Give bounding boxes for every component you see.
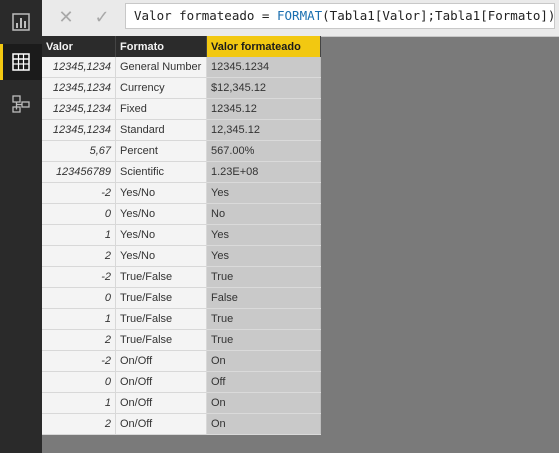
commit-formula-button[interactable]: ✓ <box>88 4 116 30</box>
cell-valor-formateado[interactable]: 1.23E+08 <box>206 161 321 183</box>
data-view-button[interactable] <box>0 44 42 80</box>
cell-valor[interactable]: 1 <box>42 224 116 246</box>
cell-valor[interactable]: 123456789 <box>42 161 116 183</box>
table-row: 2 On/Off On <box>42 413 321 435</box>
cell-formato[interactable]: True/False <box>115 287 207 309</box>
cell-valor[interactable]: 5,67 <box>42 140 116 162</box>
header-row: Valor Formato Valor formateado <box>42 36 321 57</box>
cell-valor[interactable]: 0 <box>42 287 116 309</box>
report-view-button[interactable] <box>0 4 42 40</box>
table-row: 0 Yes/No No <box>42 203 321 225</box>
close-icon: ✕ <box>58 6 74 27</box>
cell-formato[interactable]: Yes/No <box>115 182 207 204</box>
cell-valor-formateado[interactable]: Yes <box>206 182 321 204</box>
cell-formato[interactable]: Standard <box>115 119 207 141</box>
cell-formato[interactable]: Yes/No <box>115 224 207 246</box>
cell-formato[interactable]: Yes/No <box>115 203 207 225</box>
cell-formato[interactable]: Yes/No <box>115 245 207 267</box>
cell-valor[interactable]: 2 <box>42 329 116 351</box>
cell-valor[interactable]: 1 <box>42 392 116 414</box>
cell-formato[interactable]: Fixed <box>115 98 207 120</box>
cell-formato[interactable]: On/Off <box>115 392 207 414</box>
table-row: 0 True/False False <box>42 287 321 309</box>
data-table: Valor Formato Valor formateado 12345,123… <box>42 36 321 435</box>
cell-valor[interactable]: -2 <box>42 350 116 372</box>
cell-valor-formateado[interactable]: True <box>206 308 321 330</box>
column-header-valor-formateado[interactable]: Valor formateado <box>206 36 321 57</box>
cell-valor-formateado[interactable]: Yes <box>206 224 321 246</box>
table-row: 12345,1234 Fixed 12345.12 <box>42 98 321 120</box>
model-view-button[interactable] <box>0 86 42 122</box>
cell-valor-formateado[interactable]: $12,345.12 <box>206 77 321 99</box>
cell-formato[interactable]: Scientific <box>115 161 207 183</box>
table-row: 1 True/False True <box>42 308 321 330</box>
cell-valor[interactable]: 0 <box>42 371 116 393</box>
cell-formato[interactable]: True/False <box>115 308 207 330</box>
cell-valor[interactable]: 1 <box>42 308 116 330</box>
cell-valor-formateado[interactable]: On <box>206 392 321 414</box>
cell-formato[interactable]: True/False <box>115 329 207 351</box>
formula-bar: ✕ ✓ Valor formateado = FORMAT(Tabla1[Val… <box>42 0 559 37</box>
cell-valor[interactable]: -2 <box>42 182 116 204</box>
cell-valor-formateado[interactable]: 12345.1234 <box>206 57 321 78</box>
table-row: 2 Yes/No Yes <box>42 245 321 267</box>
formula-args: (Tabla1[Valor];Tabla1[Formato]) <box>322 8 556 23</box>
cell-formato[interactable]: Percent <box>115 140 207 162</box>
table-row: -2 Yes/No Yes <box>42 182 321 204</box>
cell-valor-formateado[interactable]: Yes <box>206 245 321 267</box>
cell-formato[interactable]: Currency <box>115 77 207 99</box>
cell-valor[interactable]: 2 <box>42 245 116 267</box>
relationship-icon <box>12 95 30 113</box>
cell-valor[interactable]: 12345,1234 <box>42 98 116 120</box>
cell-valor[interactable]: 12345,1234 <box>42 77 116 99</box>
cell-valor-formateado[interactable]: Off <box>206 371 321 393</box>
cell-valor-formateado[interactable]: True <box>206 329 321 351</box>
cell-valor[interactable]: 12345,1234 <box>42 119 116 141</box>
column-header-valor[interactable]: Valor <box>42 36 116 57</box>
cell-valor-formateado[interactable]: No <box>206 203 321 225</box>
table-row: -2 True/False True <box>42 266 321 288</box>
cell-valor-formateado[interactable]: On <box>206 413 321 435</box>
table-icon <box>12 53 30 71</box>
table-row: -2 On/Off On <box>42 350 321 372</box>
cell-formato[interactable]: On/Off <box>115 371 207 393</box>
formula-function: FORMAT <box>277 8 323 23</box>
data-grid: Valor Formato Valor formateado 12345,123… <box>42 36 321 435</box>
table-row: 12345,1234 Standard 12,345.12 <box>42 119 321 141</box>
cell-formato[interactable]: True/False <box>115 266 207 288</box>
table-row: 2 True/False True <box>42 329 321 351</box>
formula-prefix: Valor formateado = <box>134 8 277 23</box>
cell-valor-formateado[interactable]: On <box>206 350 321 372</box>
formula-input[interactable]: Valor formateado = FORMAT(Tabla1[Valor];… <box>125 3 555 29</box>
cell-valor-formateado[interactable]: False <box>206 287 321 309</box>
bar-chart-icon <box>12 13 30 31</box>
cancel-formula-button[interactable]: ✕ <box>52 4 80 30</box>
table-row: 123456789 Scientific 1.23E+08 <box>42 161 321 183</box>
cell-valor-formateado[interactable]: True <box>206 266 321 288</box>
cell-valor-formateado[interactable]: 12,345.12 <box>206 119 321 141</box>
cell-formato[interactable]: On/Off <box>115 413 207 435</box>
table-row: 12345,1234 Currency $12,345.12 <box>42 77 321 99</box>
column-header-formato[interactable]: Formato <box>115 36 207 57</box>
cell-valor[interactable]: -2 <box>42 266 116 288</box>
cell-valor-formateado[interactable]: 567.00% <box>206 140 321 162</box>
cell-valor[interactable]: 0 <box>42 203 116 225</box>
check-icon: ✓ <box>94 6 110 27</box>
table-row: 0 On/Off Off <box>42 371 321 393</box>
cell-valor-formateado[interactable]: 12345.12 <box>206 98 321 120</box>
table-row: 12345,1234 General Number 12345.1234 <box>42 57 321 78</box>
cell-formato[interactable]: On/Off <box>115 350 207 372</box>
table-row: 1 Yes/No Yes <box>42 224 321 246</box>
cell-valor[interactable]: 12345,1234 <box>42 57 116 78</box>
cell-valor[interactable]: 2 <box>42 413 116 435</box>
table-row: 5,67 Percent 567.00% <box>42 140 321 162</box>
cell-formato[interactable]: General Number <box>115 57 207 78</box>
table-row: 1 On/Off On <box>42 392 321 414</box>
view-sidebar <box>0 0 42 453</box>
